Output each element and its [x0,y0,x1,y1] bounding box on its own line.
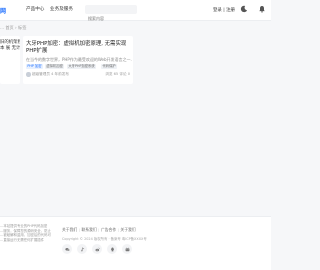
search-input[interactable] [85,14,136,23]
article-meta: 超级管理员 4 年前发布 浏览 65 评论 0 [26,72,130,78]
publish-date: 4 年前发布 [51,72,69,76]
related-card-title: 旧的机架程 本 展 无计 [0,40,20,51]
author-info: 超级管理员 4 年前发布 [32,72,69,77]
auth-links: 登录 | 注册 [213,7,235,13]
article-stats: 浏览 65 评论 0 [105,72,130,77]
site-header: 网 产品中心 业务及服务 登录 | 注册 [0,0,271,23]
nav-services[interactable]: 业务及服务 [50,6,73,12]
footer-link-ads[interactable]: 广告合作 [101,227,116,232]
footer-link-about[interactable]: 关于我们 [62,227,77,232]
search-box[interactable] [85,5,137,23]
article-title[interactable]: 大牙PHP加密：虚拟机加密原理, 无需实现PHP扩展 [26,41,132,55]
footer-link-about-2[interactable]: 关于我们 [120,227,135,232]
footer-about: …本站提供专业的PHP代码加密 …服务，保障您的源码安全，防止 …被破解和盗用，… [0,224,51,242]
site-footer: …本站提供专业的PHP代码加密 …服务，保障您的源码安全，防止 …被破解和盗用，… [0,216,271,270]
avatar[interactable] [26,72,31,77]
tiktok-icon[interactable] [77,244,87,254]
article-card[interactable]: 大牙PHP加密：虚拟机加密原理, 无需实现PHP扩展 在当今的数字世界，PHP作… [23,36,133,84]
view-count: 浏览 65 [105,72,119,76]
article-description: 在当今的数字世界，PHP作为最受欢迎的Web开发语言之一... [26,57,132,62]
related-card[interactable]: 旧的机架程 本 展 无计 [0,36,20,84]
wechat-icon[interactable] [62,244,72,254]
site-logo[interactable]: 网 [0,6,6,15]
breadcrumb[interactable]: ... 首页 › 标签 [0,25,26,31]
login-link[interactable]: 登录 [213,8,222,13]
bilibili-icon[interactable] [122,244,132,254]
tag[interactable]: PHP 加密 [26,64,43,69]
qq-icon[interactable] [107,244,117,254]
copyright: Copyright © 2024 版权所有 · 备案号 粤ICP备XXXX号 [62,237,147,241]
footer-links: 关于我们 | 联系我们 | 广告合作 | 关于我们 [62,227,136,232]
register-link[interactable]: 注册 [226,8,235,13]
tag[interactable]: 代码保护 [101,64,117,69]
tag[interactable]: 大牙PHP加密系统 [67,64,97,69]
author-name[interactable]: 超级管理员 [32,72,50,76]
weibo-icon[interactable] [92,244,102,254]
comment-count: 评论 0 [119,72,130,76]
auth-separator: | [223,7,225,13]
nav-products[interactable]: 产品中心 [26,6,44,12]
tag[interactable]: 虚拟机加密 [45,64,65,69]
moon-icon[interactable] [240,5,248,13]
footer-link-contact[interactable]: 联系我们 [81,227,96,232]
tag-list: PHP 加密 虚拟机加密 大牙PHP加密系统 代码保护 [26,64,134,70]
bell-icon[interactable] [258,5,266,13]
